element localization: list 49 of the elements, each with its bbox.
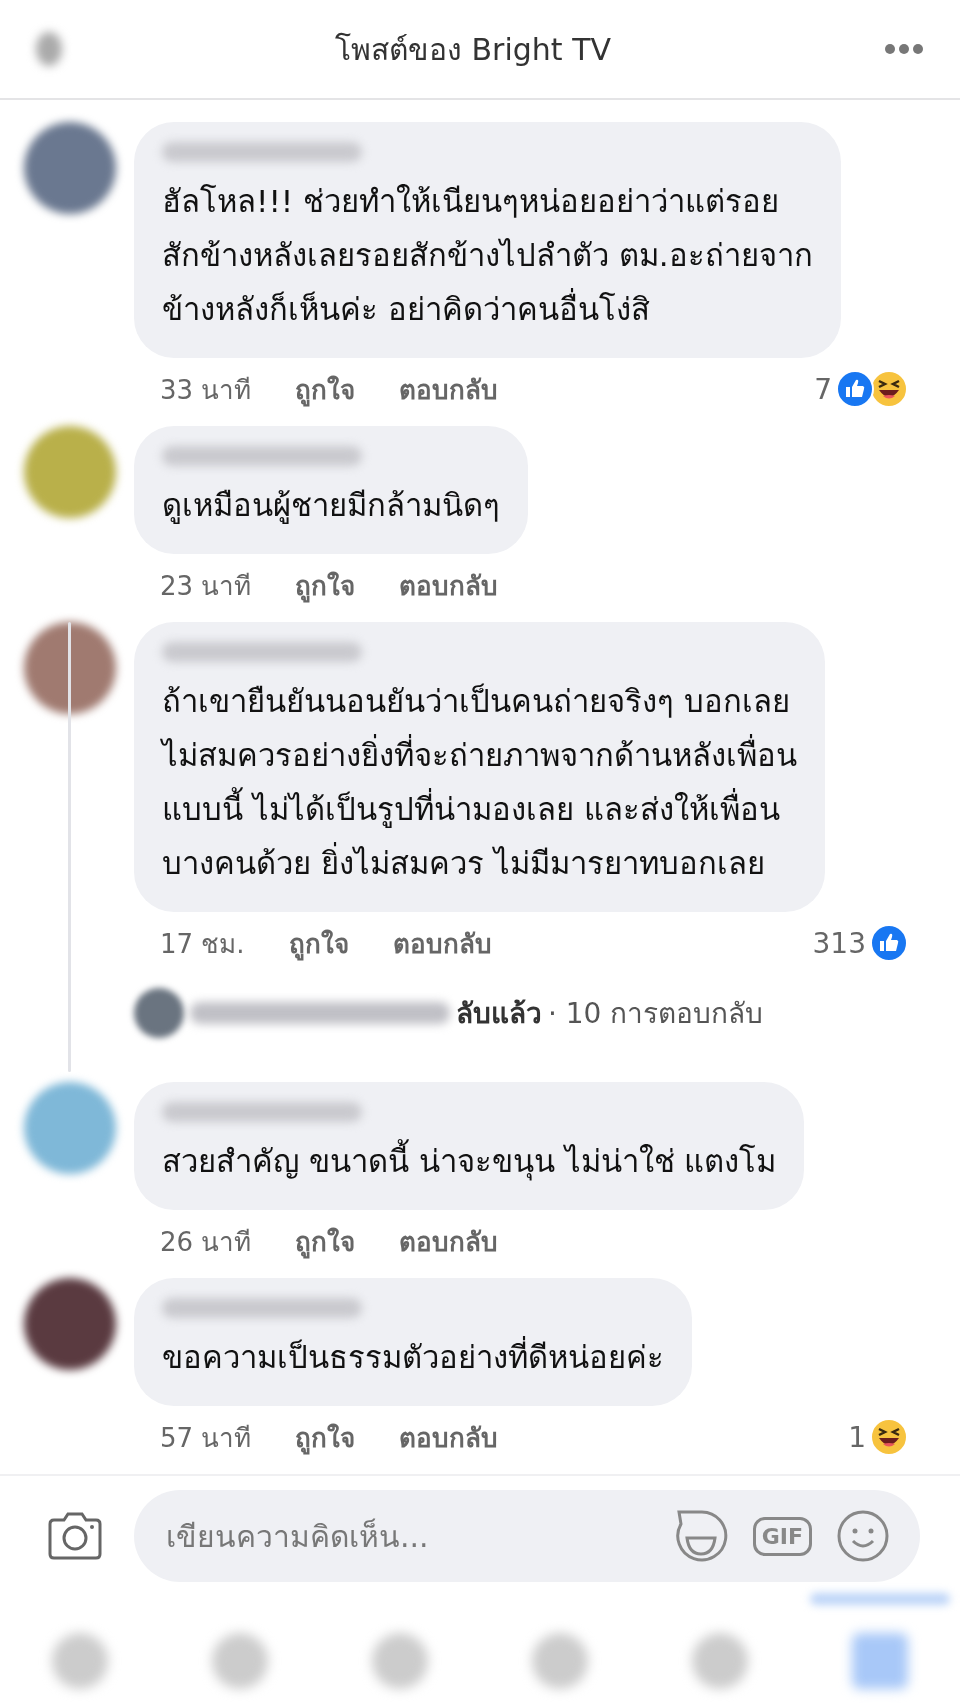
reaction-count: 1 [848, 1420, 866, 1454]
gif-button[interactable]: GIF [752, 1516, 812, 1556]
laughing-emoji-icon [870, 370, 908, 408]
like-link[interactable]: ถูกใจ [295, 564, 356, 606]
comment-text: บางคนด้วย ยิ่งไม่สมควร ไม่มีมารยาทบอกเลย [162, 836, 797, 890]
reply-link[interactable]: ตอบกลับ [399, 368, 499, 410]
reaction-count: 313 [812, 926, 866, 960]
avatar[interactable] [24, 1278, 116, 1370]
reply-link[interactable]: ตอบกลับ [399, 1220, 499, 1262]
more-icon[interactable] [884, 43, 924, 55]
comment-time: 33 นาที [160, 373, 252, 407]
comment-time: 23 นาที [160, 569, 252, 603]
laughing-emoji-icon [870, 1418, 908, 1456]
avatar[interactable] [24, 122, 116, 214]
comment-time: 57 นาที [160, 1421, 252, 1455]
comment-time: 17 ชม. [160, 927, 245, 961]
thumbs-up-icon [836, 370, 874, 408]
comment-text: แบบนี้ ไม่ได้เป็นรูปที่น่ามองเลย และส่งให้เพื่อน [162, 782, 797, 836]
reaction-count: 7 [814, 372, 832, 406]
comment-text: ดูเหมือนผู้ชายมีกล้ามนิดๆ [162, 486, 500, 526]
comment-text: ขอความเป็นธรรมตัวอย่างที่ดีหน่อยค่ะ [162, 1330, 664, 1384]
tab-icon[interactable] [692, 1633, 748, 1689]
like-link[interactable]: ถูกใจ [295, 1220, 356, 1262]
reply-link[interactable]: ตอบกลับ [399, 1416, 499, 1458]
tab-icon[interactable] [52, 1633, 108, 1689]
tab-icon[interactable] [372, 1633, 428, 1689]
comment-text: สวยสำคัญ ขนาดนี้ น่าจะขนุน ไม่น่าใช่ แตงโม [162, 1134, 777, 1188]
like-link[interactable]: ถูกใจ [288, 922, 349, 964]
like-link[interactable]: ถูกใจ [295, 368, 356, 410]
comment-text: สักข้างหลังเลยรอยสักข้างไปลำตัว ตม.อะถ่ายจาก [162, 236, 813, 275]
reply-count[interactable]: · 10 การตอบกลับ [548, 991, 764, 1035]
reply-link[interactable]: ตอบกลับ [399, 564, 499, 606]
comment-text: ข้างหลังก็เห็นค่ะ อย่าคิดว่าคนอื่นโง่สิ [162, 282, 813, 336]
comment-text: ถ้าเขายืนยันนอนยันว่าเป็นคนถ่ายจริงๆ บอกเลย [162, 682, 791, 721]
comment-text: ฮัลโหล!!! ช่วยทำให้เนียนๆหน่อยอย่าว่าแต่รอย [162, 182, 781, 221]
like-link[interactable]: ถูกใจ [295, 1416, 356, 1458]
tab-icon[interactable] [532, 1633, 588, 1689]
comment-time: 26 นาที [160, 1225, 252, 1259]
tab-icon[interactable] [212, 1633, 268, 1689]
reply-link[interactable]: ตอบกลับ [392, 922, 492, 964]
thumbs-up-icon [870, 924, 908, 962]
avatar[interactable] [134, 988, 184, 1038]
camera-icon[interactable] [46, 1510, 104, 1562]
comment-input[interactable]: เขียนความคิดเห็น... GIF [134, 1490, 920, 1582]
comment-text: ไม่สมควรอย่างยิ่งที่จะถ่ายภาพจากด้านหลังเพื่อน [162, 728, 797, 782]
tab-icon[interactable] [852, 1633, 908, 1689]
page-title: โพสต์ของ Bright TV [335, 30, 611, 69]
emoji-icon[interactable] [836, 1509, 890, 1563]
replies-link[interactable]: ลับแล้ว [456, 991, 542, 1035]
